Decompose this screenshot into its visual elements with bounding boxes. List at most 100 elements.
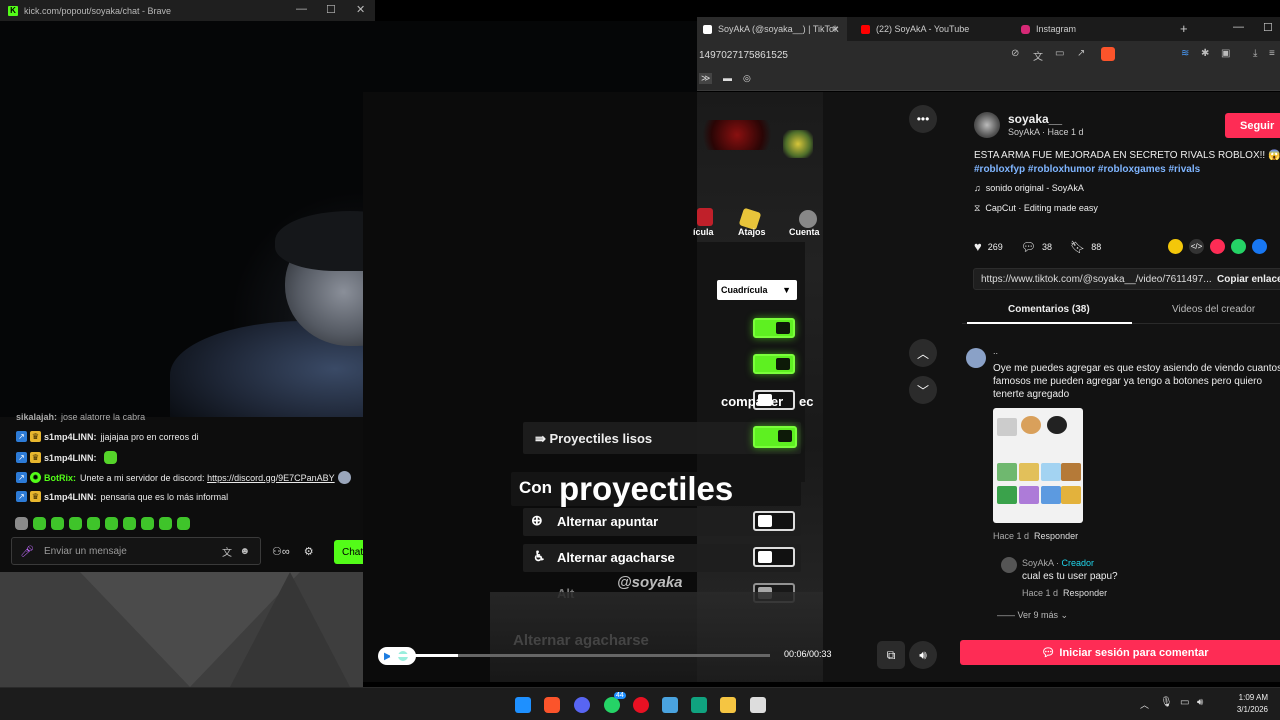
emoji-icon[interactable]: ☻ bbox=[239, 546, 250, 557]
bookmark-more-icon[interactable]: ≫ bbox=[699, 73, 713, 84]
follow-button[interactable]: Seguir bbox=[1225, 113, 1280, 138]
heart-icon[interactable]: ♥ bbox=[974, 239, 982, 254]
translate-icon[interactable]: 文 bbox=[222, 544, 232, 559]
settings-gear-icon[interactable]: ⚙ bbox=[304, 545, 314, 558]
more-options-icon[interactable]: ••• bbox=[909, 105, 937, 133]
login-to-comment-button[interactable]: 💬︎ Iniciar sesión para comentar bbox=[960, 640, 1280, 665]
video-hashtags[interactable]: #robloxfyp #robloxhumor #robloxgames #ri… bbox=[974, 164, 1200, 175]
emote-quick-row[interactable] bbox=[15, 517, 190, 530]
send-icon[interactable] bbox=[1210, 239, 1225, 254]
capcut-row[interactable]: ⧖ CapCut · Editing made easy bbox=[974, 203, 1098, 214]
app-icon[interactable] bbox=[750, 697, 766, 713]
whatsapp-icon[interactable] bbox=[604, 697, 620, 713]
bookmark-icon[interactable]: 🔖︎ bbox=[1070, 240, 1085, 254]
discord-icon[interactable] bbox=[574, 697, 590, 713]
brave-shield-icon[interactable] bbox=[1101, 47, 1115, 61]
network-icon[interactable]: ▭ bbox=[1180, 697, 1189, 708]
chat-username[interactable]: BotRix: bbox=[44, 473, 76, 483]
like-count: 269 bbox=[987, 241, 1003, 252]
address-url[interactable]: 1497027175861525 bbox=[699, 50, 788, 61]
emote-icon[interactable] bbox=[69, 517, 82, 530]
copy-link-button[interactable]: Copiar enlace bbox=[1217, 274, 1280, 285]
comment-icon[interactable]: 💬︎ bbox=[1021, 240, 1036, 254]
sword-badge-icon: ↗ bbox=[16, 431, 27, 442]
users-icon[interactable]: ⚇∞ bbox=[272, 545, 290, 558]
emote-icon[interactable] bbox=[87, 517, 100, 530]
emote-icon[interactable] bbox=[33, 517, 46, 530]
emote-icon[interactable] bbox=[51, 517, 64, 530]
tab-comments[interactable]: Comentarios (38) bbox=[1008, 304, 1090, 315]
emote-icon[interactable] bbox=[159, 517, 172, 530]
maximize-icon[interactable]: ☐ bbox=[326, 3, 336, 16]
notepad-icon[interactable] bbox=[662, 697, 678, 713]
brave-icon[interactable] bbox=[544, 697, 560, 713]
emote-icon[interactable] bbox=[15, 517, 28, 530]
maximize-icon[interactable]: ☐ bbox=[1263, 21, 1273, 34]
tab-instagram[interactable]: Instagram bbox=[1015, 17, 1175, 41]
facebook-icon[interactable] bbox=[1252, 239, 1267, 254]
tab-creator-videos[interactable]: Videos del creador bbox=[1172, 304, 1255, 315]
close-icon[interactable]: ✕ bbox=[356, 3, 365, 16]
save-count: 88 bbox=[1091, 241, 1102, 252]
avatar[interactable] bbox=[974, 112, 1000, 138]
file-explorer-icon[interactable] bbox=[720, 697, 736, 713]
translate-icon[interactable]: 文 bbox=[1033, 48, 1043, 63]
chatgpt-icon[interactable] bbox=[691, 697, 707, 713]
chat-username[interactable]: s1mp4LINN: bbox=[44, 492, 97, 502]
volume-icon[interactable]: 🔊︎ bbox=[909, 641, 937, 669]
discord-link[interactable]: https://discord.gg/9E7CPanABY bbox=[207, 473, 335, 483]
comment-image[interactable] bbox=[993, 408, 1083, 523]
reply-username[interactable]: SoyAkA · Creador bbox=[1022, 558, 1094, 568]
overlay-dropdown: Cuadrícula ▼ bbox=[717, 280, 797, 300]
embed-icon[interactable]: </> bbox=[1189, 239, 1204, 254]
reader-icon[interactable]: ⊘ bbox=[1011, 48, 1019, 59]
share-icon[interactable]: ↗ bbox=[1077, 48, 1085, 59]
chat-username[interactable]: s1mp4LINN: bbox=[44, 453, 97, 463]
emote-icon[interactable] bbox=[105, 517, 118, 530]
youtube-music-icon[interactable] bbox=[633, 697, 649, 713]
download-icon[interactable]: ⤓ bbox=[1253, 48, 1257, 59]
emote-icon[interactable] bbox=[141, 517, 154, 530]
share-reaction-icon[interactable] bbox=[1168, 239, 1183, 254]
minimize-icon[interactable]: — bbox=[296, 3, 307, 15]
bookmark-icon[interactable]: ◎ bbox=[743, 73, 751, 84]
video-player[interactable]: ícula Atajos Cuenta Cuadrícula ▼ compañe… bbox=[363, 92, 823, 682]
progress-bar[interactable] bbox=[390, 654, 770, 657]
emote-icon[interactable] bbox=[177, 517, 190, 530]
microphone-icon[interactable]: 🎙︎ bbox=[1160, 697, 1173, 708]
tray-chevron-icon[interactable]: ︿ bbox=[1140, 698, 1149, 711]
reply-button[interactable]: Responder bbox=[1063, 588, 1107, 598]
chat-message: ↗ ♛ s1mp4LINN: bbox=[16, 451, 117, 464]
tab-tiktok[interactable]: SoyAkA (@soyaka__) | TikTok ✕ bbox=[697, 17, 847, 41]
creator-username[interactable]: soyaka__ bbox=[1008, 112, 1062, 126]
minimize-icon[interactable]: — bbox=[1233, 21, 1244, 33]
sound-row[interactable]: ♫ sonido original - SoyAkA bbox=[974, 183, 1084, 193]
emote-icon[interactable] bbox=[123, 517, 136, 530]
address-bar[interactable]: 1497027175861525 ⊘ 文 ▭ ↗ ≋ ✱ ▣ ⤓ ≡ bbox=[697, 41, 1280, 69]
chat-username[interactable]: s1mp4LINN: bbox=[44, 432, 97, 442]
avatar[interactable] bbox=[1001, 557, 1017, 573]
desktop-wallpaper bbox=[0, 572, 363, 687]
tab-close-icon[interactable]: ✕ bbox=[831, 24, 839, 35]
menu-icon[interactable]: ≡ bbox=[1269, 48, 1275, 59]
system-clock[interactable]: 1:09 AM 3/1/2026 bbox=[1237, 692, 1268, 716]
sidebar-icon[interactable]: ▣ bbox=[1221, 48, 1230, 59]
volume-icon[interactable]: 🔊︎ bbox=[1197, 697, 1203, 708]
pip-icon[interactable]: ⧉ bbox=[877, 641, 905, 669]
cast-icon[interactable]: ▭ bbox=[1055, 48, 1064, 59]
mic-icon[interactable]: 🎤︎ bbox=[20, 545, 34, 558]
tab-youtube[interactable]: (22) SoyAkA - YouTube bbox=[855, 17, 1015, 41]
wallet-icon[interactable]: ≋ bbox=[1181, 48, 1189, 59]
next-video-icon[interactable]: ﹀ bbox=[909, 376, 937, 404]
windows-start-icon[interactable] bbox=[515, 697, 531, 713]
avatar[interactable] bbox=[966, 348, 986, 368]
bookmark-icon[interactable]: ▬ bbox=[723, 73, 732, 83]
new-tab-icon[interactable]: + bbox=[1180, 21, 1188, 36]
whatsapp-icon[interactable] bbox=[1231, 239, 1246, 254]
extensions-icon[interactable]: ✱ bbox=[1201, 48, 1209, 59]
chat-message-input[interactable]: 🎤︎ Enviar un mensaje 文 ☻ bbox=[11, 537, 261, 565]
previous-video-icon[interactable]: ︿ bbox=[909, 339, 937, 367]
see-more-replies[interactable]: —— Ver 9 más ⌄ bbox=[997, 610, 1068, 621]
reply-button[interactable]: Responder bbox=[1034, 531, 1078, 541]
comment-username[interactable]: .. bbox=[993, 346, 998, 356]
